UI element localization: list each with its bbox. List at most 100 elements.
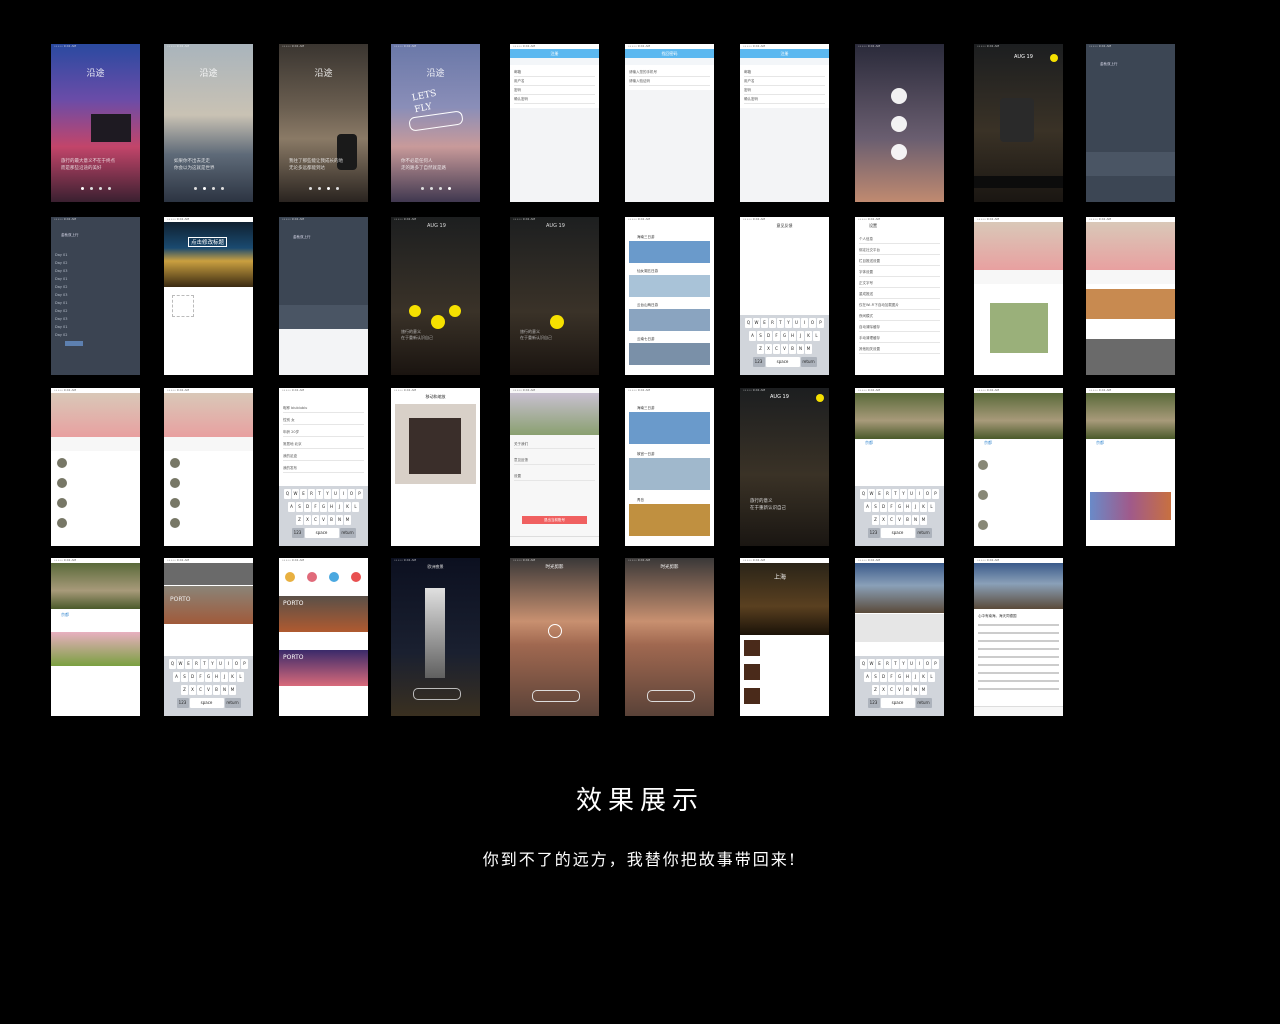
space-key[interactable]: space (880, 528, 915, 538)
page-dot[interactable] (447, 187, 451, 190)
key[interactable]: K (805, 331, 812, 341)
key[interactable]: V (896, 515, 903, 525)
page-dot[interactable] (335, 187, 339, 190)
itinerary-item[interactable]: Day 03 (55, 315, 136, 323)
key-123[interactable]: 123 (867, 528, 880, 538)
key[interactable]: O (924, 659, 931, 669)
page-dot[interactable] (193, 187, 197, 190)
key[interactable]: F (197, 672, 204, 682)
key[interactable]: Z (181, 685, 188, 695)
key[interactable]: W (292, 489, 299, 499)
avatar[interactable] (57, 478, 67, 488)
key[interactable]: M (805, 344, 812, 354)
space-key[interactable]: space (880, 698, 915, 708)
key[interactable]: N (336, 515, 343, 525)
settings-item[interactable]: 仅在Wi-Fi下自动加载图片 (859, 301, 940, 310)
key[interactable]: Y (900, 489, 907, 499)
key[interactable]: R (884, 489, 891, 499)
key[interactable]: S (757, 331, 764, 341)
profile-field[interactable]: 常居地 北京 (283, 440, 364, 449)
settings-item[interactable]: 绑定社交平台 (859, 246, 940, 255)
key[interactable]: J (912, 502, 919, 512)
page-dot[interactable] (202, 187, 206, 190)
settings-item[interactable]: 重成推送 (859, 290, 940, 299)
key[interactable]: I (916, 489, 923, 499)
key[interactable]: H (904, 672, 911, 682)
key[interactable]: H (328, 502, 335, 512)
space-key[interactable]: space (304, 528, 339, 538)
avatar[interactable] (170, 478, 180, 488)
settings-item[interactable]: 栏目推送设置 (859, 257, 940, 266)
page-dot[interactable] (98, 187, 102, 190)
continue-button[interactable] (532, 690, 580, 702)
settings-item[interactable]: 正文字号 (859, 279, 940, 288)
key[interactable]: W (177, 659, 184, 669)
news-thumb[interactable] (744, 664, 760, 680)
form-field[interactable]: 邮箱 (744, 68, 825, 77)
avatar[interactable] (170, 458, 180, 468)
news-thumb[interactable] (744, 688, 760, 704)
key[interactable]: X (880, 685, 887, 695)
key[interactable]: P (932, 489, 939, 499)
return-key[interactable]: return (339, 528, 356, 538)
key[interactable]: F (312, 502, 319, 512)
key[interactable]: P (932, 659, 939, 669)
list-item-image[interactable] (629, 275, 710, 297)
key[interactable]: B (789, 344, 796, 354)
key[interactable]: G (781, 331, 788, 341)
page-dot[interactable] (326, 187, 330, 190)
key[interactable]: S (296, 502, 303, 512)
avatar[interactable] (57, 498, 67, 508)
key[interactable]: E (185, 659, 192, 669)
key[interactable]: D (304, 502, 311, 512)
form-field[interactable]: 用户名 (514, 77, 595, 86)
key[interactable]: V (781, 344, 788, 354)
key[interactable]: F (888, 672, 895, 682)
key[interactable]: I (340, 489, 347, 499)
key[interactable]: E (300, 489, 307, 499)
key-123[interactable]: 123 (291, 528, 304, 538)
key[interactable]: Q (745, 318, 752, 328)
key[interactable]: Q (860, 489, 867, 499)
add-day-button[interactable] (65, 341, 83, 346)
key[interactable]: F (888, 502, 895, 512)
category-icon[interactable] (329, 572, 339, 582)
key[interactable]: A (288, 502, 295, 512)
continue-button[interactable] (647, 690, 695, 702)
key[interactable]: Z (757, 344, 764, 354)
key[interactable]: K (229, 672, 236, 682)
key-123[interactable]: 123 (752, 357, 765, 367)
key[interactable]: Y (209, 659, 216, 669)
list-item-image[interactable] (629, 343, 710, 365)
key[interactable]: H (213, 672, 220, 682)
key[interactable]: M (229, 685, 236, 695)
option-button[interactable] (409, 305, 421, 317)
key[interactable]: E (876, 659, 883, 669)
key[interactable]: X (880, 515, 887, 525)
itinerary-item[interactable]: Day 02 (55, 283, 136, 291)
settings-item[interactable]: 自动清除缓存 (859, 323, 940, 332)
page-dot[interactable] (429, 187, 433, 190)
comment-avatar[interactable] (978, 460, 988, 470)
key[interactable]: L (237, 672, 244, 682)
news-thumb[interactable] (744, 640, 760, 656)
key[interactable]: R (884, 659, 891, 669)
key[interactable]: D (880, 502, 887, 512)
itinerary-item[interactable]: Day 01 (55, 275, 136, 283)
key[interactable]: Z (872, 685, 879, 695)
key[interactable]: K (920, 502, 927, 512)
key[interactable]: Y (324, 489, 331, 499)
settings-item[interactable]: 手动清理缓存 (859, 334, 940, 343)
comment-avatar[interactable] (978, 520, 988, 530)
key[interactable]: L (352, 502, 359, 512)
list-item-image[interactable] (629, 309, 710, 331)
list-item-image[interactable] (629, 458, 710, 490)
page-dot[interactable] (107, 187, 111, 190)
return-key[interactable]: return (915, 698, 932, 708)
key[interactable]: Q (284, 489, 291, 499)
form-field[interactable]: 请输入验证码 (629, 77, 710, 86)
play-button[interactable] (548, 624, 562, 638)
share-option-button[interactable] (891, 88, 907, 104)
list-item-image[interactable] (629, 412, 710, 444)
key[interactable]: W (868, 489, 875, 499)
